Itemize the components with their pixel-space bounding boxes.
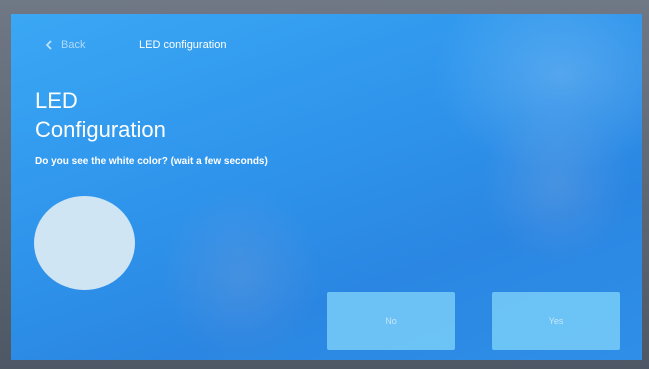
back-label: Back bbox=[61, 39, 86, 51]
back-button[interactable]: Back bbox=[45, 39, 85, 51]
question-prompt: Do you see the white color? (wait a few … bbox=[35, 156, 268, 167]
reflection bbox=[481, 104, 631, 264]
no-button[interactable]: No bbox=[327, 292, 455, 350]
led-color-preview bbox=[34, 196, 135, 290]
chevron-left-icon bbox=[45, 40, 53, 50]
page-title-line2: Configuration bbox=[35, 117, 166, 142]
reflection bbox=[161, 184, 321, 360]
header-title: LED configuration bbox=[139, 39, 227, 51]
page-title: LED Configuration bbox=[35, 86, 335, 144]
device-screen: Back LED configuration LED Configuration… bbox=[11, 14, 642, 360]
yes-button[interactable]: Yes bbox=[492, 292, 620, 350]
page-title-line1: LED bbox=[35, 88, 78, 113]
